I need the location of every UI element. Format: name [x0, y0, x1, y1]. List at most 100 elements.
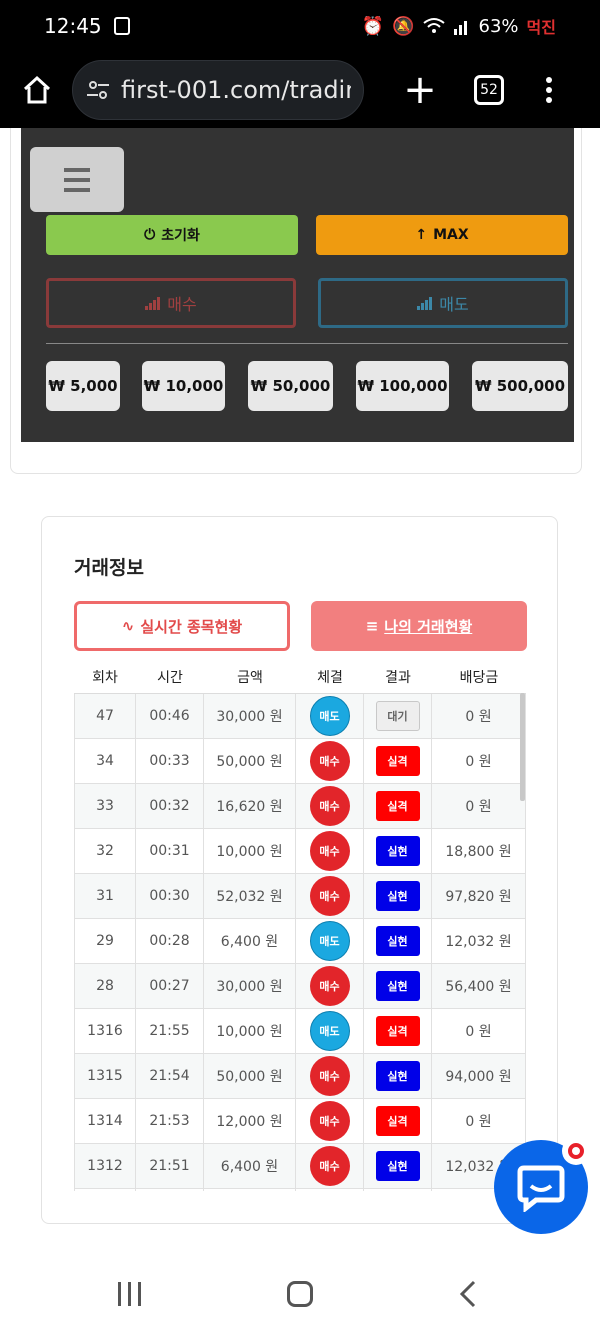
cell-payout: 0 원: [432, 739, 526, 783]
sell-badge: 매도: [309, 696, 350, 736]
trade-info-card: 거래정보 ∿ 실시간 종목현황 ≡ 나의 거래현황 회차 시간 금액 체결 결과…: [41, 516, 558, 1224]
menu-more-button[interactable]: [534, 70, 564, 110]
cell-payout: 0 원: [432, 1099, 526, 1143]
back-button[interactable]: [458, 1280, 478, 1308]
col-header-payout: 배당금: [459, 670, 499, 686]
status-time: 12:45: [44, 14, 102, 38]
address-bar[interactable]: first-001.com/trading: [72, 60, 364, 120]
pulse-icon: ∿: [121, 617, 135, 635]
max-button[interactable]: ↑ MAX: [316, 215, 568, 255]
result-badge: 실격: [375, 1016, 420, 1046]
table-row: 1314 21:53 12,000 원 매수 실격 0 원: [74, 1099, 526, 1144]
home-button[interactable]: [16, 69, 58, 111]
browser-toolbar: first-001.com/trading + 52: [0, 52, 600, 128]
amount-button-5000[interactable]: ₩ 5,000: [46, 361, 120, 411]
sell-badge: 매도: [309, 1011, 350, 1051]
buy-badge: 매수: [309, 1146, 350, 1186]
bar-signal-icon: [145, 297, 161, 310]
trade-table-body[interactable]: 47 00:46 30,000 원 매도 대기 0 원 34 00:33 50,000 원 매수 실…: [74, 693, 526, 1191]
site-settings-icon[interactable]: [85, 77, 111, 103]
result-badge: 실격: [375, 746, 420, 776]
power-icon: ⏻: [144, 227, 156, 243]
tab-my-trades[interactable]: ≡ 나의 거래현황: [311, 601, 527, 651]
list-icon: ≡: [365, 617, 379, 635]
tab-switcher-button[interactable]: 52: [474, 75, 504, 105]
cell-round: 28: [74, 964, 136, 1008]
cell-amount: 50,000 원: [204, 739, 296, 783]
table-row: 31 00:30 52,032 원 매수 실현 97,820 원: [74, 874, 526, 919]
amount-button-50000[interactable]: ₩ 50,000: [248, 361, 333, 411]
cell-result: [364, 1189, 432, 1191]
bar-signal-icon: [417, 297, 433, 310]
cell-execution: 매수: [296, 739, 364, 783]
cell-time: 00:30: [136, 874, 204, 918]
cell-time: 21:54: [136, 1054, 204, 1098]
buy-badge: 매수: [309, 876, 350, 916]
amount-button-100000[interactable]: ₩ 100,000: [356, 361, 449, 411]
cell-time: 00:33: [136, 739, 204, 783]
table-row: 29 00:28 6,400 원 매도 실현 12,032 원: [74, 919, 526, 964]
recent-apps-button[interactable]: [118, 1282, 141, 1306]
cell-execution: 매수: [296, 1054, 364, 1098]
home-icon: [23, 75, 51, 104]
col-header-time: 시간: [157, 670, 183, 686]
cell-amount: 50,000 원: [204, 1054, 296, 1098]
cell-payout: 0 원: [432, 694, 526, 738]
table-scrollbar[interactable]: [520, 693, 525, 801]
cell-result: 실현: [364, 874, 432, 918]
amount-button-10000[interactable]: ₩ 10,000: [142, 361, 225, 411]
cell-payout: 94,000 원: [432, 1054, 526, 1098]
new-tab-button[interactable]: +: [396, 66, 444, 114]
signal-icon: [453, 21, 467, 35]
cell-amount: 30,000 원: [204, 964, 296, 1008]
cell-result: 실격: [364, 1099, 432, 1143]
gallery-icon: [113, 17, 130, 35]
divider: [46, 343, 568, 344]
hamburger-menu-button[interactable]: [30, 147, 124, 212]
col-header-result: 결과: [385, 670, 411, 686]
cell-round: 31: [74, 874, 136, 918]
tab-live-status[interactable]: ∿ 실시간 종목현황: [74, 601, 290, 651]
result-badge: 실현: [375, 836, 420, 866]
sell-button[interactable]: 매도: [318, 278, 568, 328]
cell-result: 실현: [364, 829, 432, 873]
cell-execution: 매수: [296, 1099, 364, 1143]
cell-amount: 30,000 원: [204, 694, 296, 738]
cell-time: 00:32: [136, 784, 204, 828]
result-badge: 실현: [375, 881, 420, 911]
cell-round: 29: [74, 919, 136, 963]
buy-button[interactable]: 매수: [46, 278, 296, 328]
alarm-icon: ⏰: [361, 15, 385, 37]
cell-payout: 12,032 원: [432, 919, 526, 963]
cell-round: [74, 1189, 136, 1191]
buy-badge: 매수: [309, 1101, 350, 1141]
cell-payout: 0 원: [432, 1009, 526, 1053]
url-text: first-001.com/trading: [121, 76, 351, 104]
cell-time: [136, 1189, 204, 1191]
table-row: 33 00:32 16,620 원 매수 실격 0 원: [74, 784, 526, 829]
cell-amount: 10,000 원: [204, 1009, 296, 1053]
cell-amount: 12,000 원: [204, 1099, 296, 1143]
mute-icon: 🔕: [392, 15, 415, 37]
cell-round: 1315: [74, 1054, 136, 1098]
cell-time: 00:46: [136, 694, 204, 738]
reset-button[interactable]: ⏻ 초기화: [46, 215, 298, 255]
nav-home-button[interactable]: [287, 1281, 313, 1307]
table-row: 1315 21:54 50,000 원 매수 실현 94,000 원: [74, 1054, 526, 1099]
cell-round: 32: [74, 829, 136, 873]
buy-badge: 매수: [309, 831, 350, 871]
cell-amount: [204, 1189, 296, 1191]
result-badge: 실현: [375, 926, 420, 956]
trade-controls-card: ⏻ 초기화 ↑ MAX 매수 매도 ₩ 5,000 ₩ 10,000 ₩ 50,…: [10, 128, 582, 474]
cell-payout: 0 원: [432, 784, 526, 828]
amount-button-500000[interactable]: ₩ 500,000: [472, 361, 568, 411]
status-bar: 12:45 ⏰ 🔕 63% 먹진: [0, 0, 600, 52]
cell-result: 실현: [364, 919, 432, 963]
cell-execution: 매도: [296, 919, 364, 963]
cell-result: 실격: [364, 739, 432, 783]
cell-result: 실현: [364, 964, 432, 1008]
cell-round: 47: [74, 694, 136, 738]
table-row: 매수: [74, 1189, 526, 1191]
buy-badge: 매수: [309, 741, 350, 781]
notification-dot-icon: [562, 1137, 590, 1165]
